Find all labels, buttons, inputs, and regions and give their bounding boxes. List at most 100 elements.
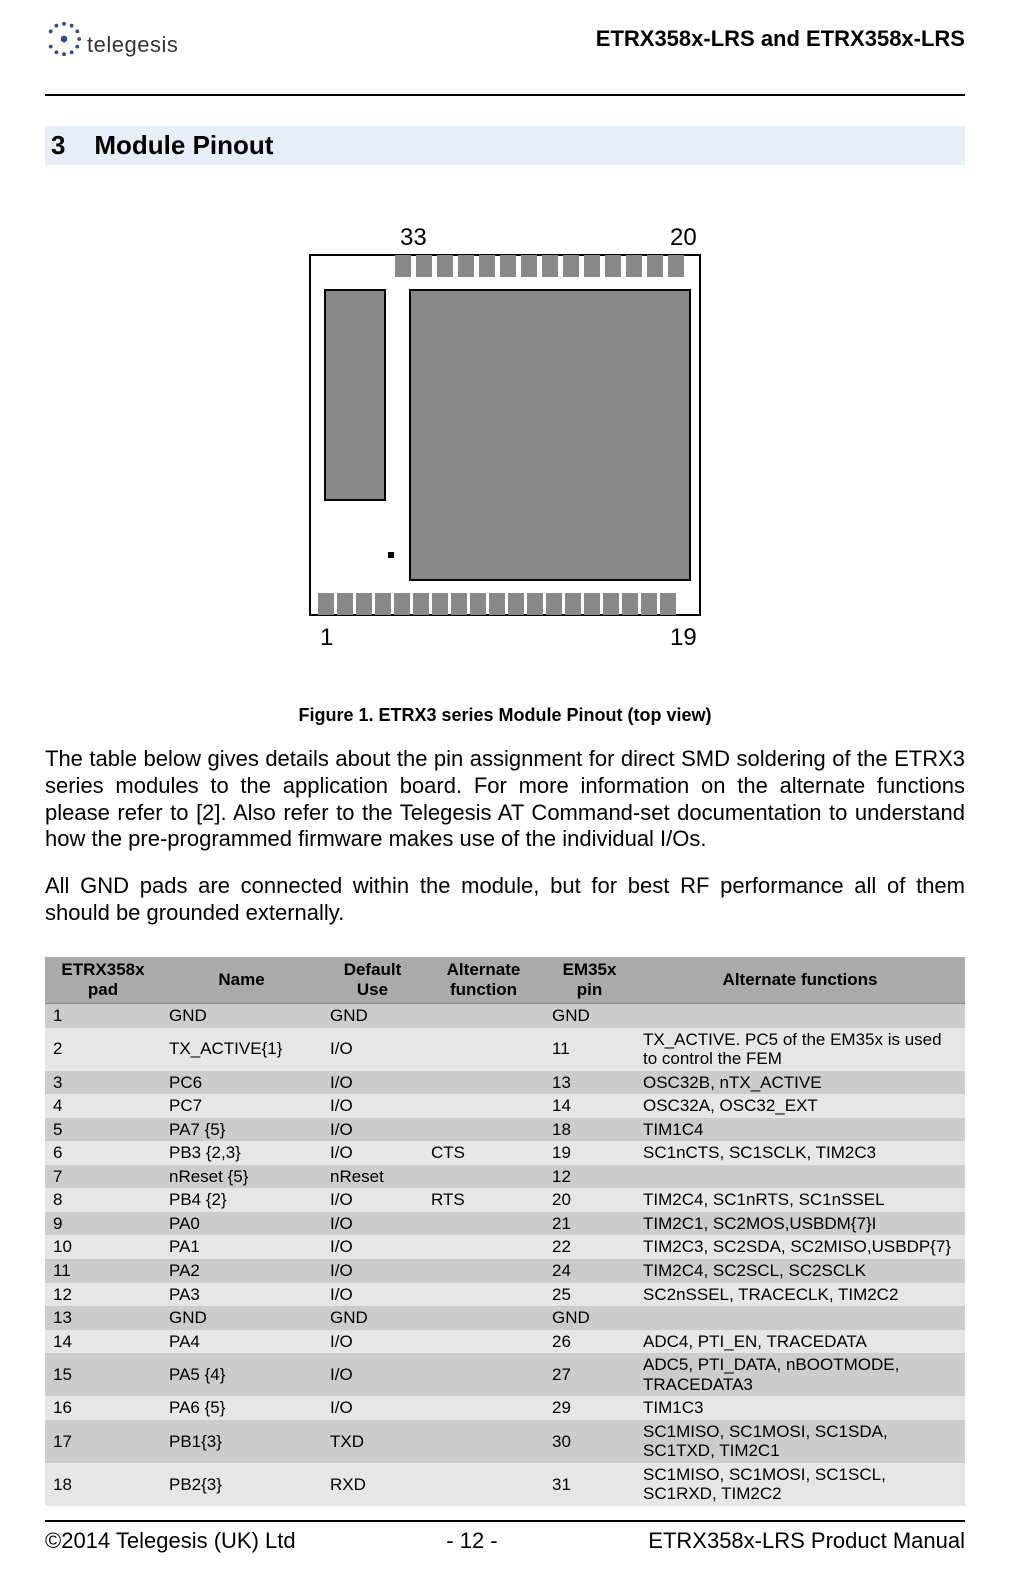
module-pinout-diagram: 33 20 1 19 xyxy=(275,225,735,655)
footer-left: ©2014 Telegesis (UK) Ltd xyxy=(45,1528,296,1554)
cell-alt1 xyxy=(423,1165,544,1189)
cell-em: 27 xyxy=(544,1353,635,1396)
intro-paragraph-1: The table below gives details about the … xyxy=(45,746,965,853)
cell-def: TXD xyxy=(322,1420,423,1463)
cell-name: PB2{3} xyxy=(161,1463,322,1506)
cell-em: 24 xyxy=(544,1259,635,1283)
cell-em: 11 xyxy=(544,1028,635,1071)
cell-pad: 10 xyxy=(45,1235,161,1259)
cell-pad: 3 xyxy=(45,1071,161,1095)
cell-alt1: CTS xyxy=(423,1141,544,1165)
cell-em: 30 xyxy=(544,1420,635,1463)
pin-label-1: 1 xyxy=(320,624,333,651)
cell-def: I/O xyxy=(322,1188,423,1212)
cell-pad: 17 xyxy=(45,1420,161,1463)
cell-alt1 xyxy=(423,1028,544,1071)
th-name: Name xyxy=(161,957,322,1004)
table-row: 16PA6 {5}I/O29TIM1C3 xyxy=(45,1396,965,1420)
cell-alt1 xyxy=(423,1003,544,1027)
th-alt2: Alternate functions xyxy=(635,957,965,1004)
cell-def: I/O xyxy=(322,1212,423,1236)
cell-pad: 15 xyxy=(45,1353,161,1396)
table-row: 18PB2{3}RXD31SC1MISO, SC1MOSI, SC1SCL, S… xyxy=(45,1463,965,1506)
section-title: Module Pinout xyxy=(94,130,273,160)
cell-em: 12 xyxy=(544,1165,635,1189)
cell-alt2 xyxy=(635,1306,965,1330)
cell-def: I/O xyxy=(322,1028,423,1071)
table-row: 12PA3I/O25SC2nSSEL, TRACECLK, TIM2C2 xyxy=(45,1283,965,1307)
cell-pad: 14 xyxy=(45,1330,161,1354)
cell-name: PA4 xyxy=(161,1330,322,1354)
footer-right: ETRX358x-LRS Product Manual xyxy=(648,1528,965,1554)
cell-def: I/O xyxy=(322,1396,423,1420)
section-number: 3 xyxy=(51,130,65,160)
cell-def: GND xyxy=(322,1306,423,1330)
cell-alt2: SC1MISO, SC1MOSI, SC1SDA, SC1TXD, TIM2C1 xyxy=(635,1420,965,1463)
cell-pad: 9 xyxy=(45,1212,161,1236)
cell-def: I/O xyxy=(322,1094,423,1118)
pin-label-33: 33 xyxy=(400,225,427,251)
table-row: 2TX_ACTIVE{1}I/O11TX_ACTIVE. PC5 of the … xyxy=(45,1028,965,1071)
cell-def: GND xyxy=(322,1003,423,1027)
table-row: 11PA2I/O24TIM2C4, SC2SCL, SC2SCLK xyxy=(45,1259,965,1283)
pin-label-20: 20 xyxy=(670,225,697,251)
cell-alt1 xyxy=(423,1353,544,1396)
company-name: telegesis xyxy=(87,32,178,58)
cell-alt2: TX_ACTIVE. PC5 of the EM35x is used to c… xyxy=(635,1028,965,1071)
cell-pad: 11 xyxy=(45,1259,161,1283)
table-row: 17PB1{3}TXD 30SC1MISO, SC1MOSI, SC1SDA, S… xyxy=(45,1420,965,1463)
cell-alt2: OSC32B, nTX_ACTIVE xyxy=(635,1071,965,1095)
cell-em: 25 xyxy=(544,1283,635,1307)
cell-em: 13 xyxy=(544,1071,635,1095)
cell-em: GND xyxy=(544,1306,635,1330)
cell-name: GND xyxy=(161,1306,322,1330)
table-row: 3PC6I/O13OSC32B, nTX_ACTIVE xyxy=(45,1071,965,1095)
cell-name: PA0 xyxy=(161,1212,322,1236)
cell-em: 19 xyxy=(544,1141,635,1165)
cell-pad: 6 xyxy=(45,1141,161,1165)
table-row: 13GNDGNDGND xyxy=(45,1306,965,1330)
cell-alt2 xyxy=(635,1003,965,1027)
cell-em: 20 xyxy=(544,1188,635,1212)
cell-def: I/O xyxy=(322,1330,423,1354)
cell-alt2 xyxy=(635,1165,965,1189)
cell-alt1 xyxy=(423,1306,544,1330)
cell-alt2: SC2nSSEL, TRACECLK, TIM2C2 xyxy=(635,1283,965,1307)
cell-em: 29 xyxy=(544,1396,635,1420)
cell-name: PC7 xyxy=(161,1094,322,1118)
section-heading: 3 Module Pinout xyxy=(45,126,965,165)
cell-name: PA6 {5} xyxy=(161,1396,322,1420)
cell-alt1 xyxy=(423,1463,544,1506)
cell-pad: 7 xyxy=(45,1165,161,1189)
cell-alt1 xyxy=(423,1259,544,1283)
cell-alt2: SC1nCTS, SC1SCLK, TIM2C3 xyxy=(635,1141,965,1165)
table-row: 6PB3 {2,3}I/OCTS19SC1nCTS, SC1SCLK, TIM2… xyxy=(45,1141,965,1165)
cell-def: I/O xyxy=(322,1283,423,1307)
pinout-table: ETRX358x pad Name Default Use Alternate … xyxy=(45,957,965,1506)
cell-alt2: SC1MISO, SC1MOSI, SC1SCL, SC1RXD, TIM2C2 xyxy=(635,1463,965,1506)
cell-name: PA1 xyxy=(161,1235,322,1259)
cell-def: I/O xyxy=(322,1071,423,1095)
cell-em: 26 xyxy=(544,1330,635,1354)
cell-def: I/O xyxy=(322,1141,423,1165)
table-row: 9PA0I/O21TIM2C1, SC2MOS,USBDM{7}I xyxy=(45,1212,965,1236)
cell-alt2: TIM2C4, SC2SCL, SC2SCLK xyxy=(635,1259,965,1283)
cell-name: PB4 {2} xyxy=(161,1188,322,1212)
cell-name: PB1{3} xyxy=(161,1420,322,1463)
cell-pad: 5 xyxy=(45,1118,161,1142)
header-rule xyxy=(45,94,965,96)
cell-name: PA2 xyxy=(161,1259,322,1283)
cell-em: 14 xyxy=(544,1094,635,1118)
footer-rule xyxy=(45,1520,965,1522)
cell-def: nReset xyxy=(322,1165,423,1189)
table-row: 1GNDGNDGND xyxy=(45,1003,965,1027)
footer-center: - 12 - xyxy=(446,1528,497,1554)
cell-alt1 xyxy=(423,1071,544,1095)
cell-def: I/O xyxy=(322,1118,423,1142)
cell-pad: 18 xyxy=(45,1463,161,1506)
intro-paragraph-2: All GND pads are connected within the mo… xyxy=(45,873,965,927)
table-row: 14PA4I/O26ADC4, PTI_EN, TRACEDATA xyxy=(45,1330,965,1354)
cell-name: nReset {5} xyxy=(161,1165,322,1189)
table-row: 8PB4 {2}I/ORTS20TIM2C4, SC1nRTS, SC1nSSE… xyxy=(45,1188,965,1212)
cell-alt1 xyxy=(423,1330,544,1354)
